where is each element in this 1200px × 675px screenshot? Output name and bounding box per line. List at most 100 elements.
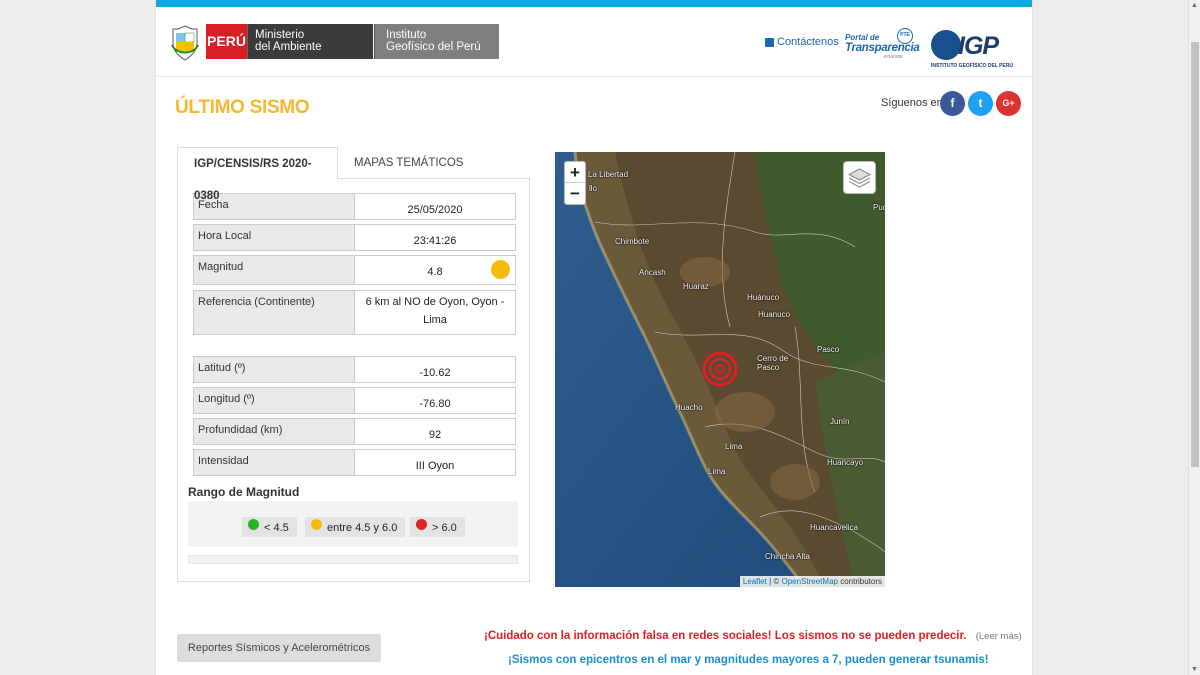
tab-reporte[interactable]: IGP/CENSIS/RS 2020-0380 (177, 147, 338, 202)
peru-brand-label[interactable]: PERÚ (206, 24, 247, 59)
green-dot-icon (248, 519, 259, 530)
false-info-warning: ¡Cuidado con la información falsa en red… (484, 630, 1022, 642)
instituto-geofisico-link[interactable]: Instituto Geofísico del Perú (374, 24, 499, 59)
map-label-huaraz: Huaraz (683, 282, 709, 291)
sismo-info-panel: Fecha 25/05/2020 Hora Local 23:41:26 Mag… (177, 178, 530, 582)
map-label-huancavelica: Huancavelica (810, 523, 859, 532)
contact-link[interactable]: Contáctenos (765, 36, 839, 48)
latitud-label: Latitud (º) (193, 356, 354, 383)
longitud-value: -76.80 (354, 387, 516, 414)
longitud-row: Longitud (º) -76.80 (193, 387, 516, 414)
map-label-huancayo: Huancayo (827, 458, 864, 467)
tab-mapas-tematicos[interactable]: MAPAS TEMÁTICOS (338, 147, 479, 180)
leer-mas-link[interactable]: (Leer más) (976, 631, 1022, 642)
map-attribution: Leaflet | © OpenStreetMap contributors (739, 576, 885, 587)
magnitud-cell: 4.8 (354, 255, 516, 285)
magnitude-indicator-icon (491, 260, 510, 279)
map-label-llo: llo (589, 184, 598, 193)
igp-logo-text: IGP (958, 32, 999, 60)
page-title: ÚLTIMO SISMO (175, 97, 310, 118)
map-label-junin: Junín (830, 417, 850, 426)
top-accent-bar (156, 0, 1032, 7)
map-zoom-control: + − (564, 161, 586, 205)
facebook-icon[interactable]: f (940, 91, 965, 116)
info-tabs: IGP/CENSIS/RS 2020-0380 MAPAS TEMÁTICOS (177, 147, 529, 202)
map-label-lima-region: Lima (725, 442, 743, 451)
zoom-out-button[interactable]: − (565, 183, 585, 204)
magnitud-value: 4.8 (427, 266, 443, 278)
globe-icon (931, 30, 961, 60)
google-plus-icon[interactable]: G+ (996, 91, 1021, 116)
latitud-value: -10.62 (354, 356, 516, 383)
contact-icon (765, 37, 774, 47)
page-scrollbar[interactable]: ▲ ▼ (1188, 0, 1200, 675)
intensidad-row: Intensidad III Oyon (193, 449, 516, 476)
transparency-line-3: estándar (883, 54, 903, 60)
attribution-separator: | © (766, 577, 782, 586)
map-layers-button[interactable] (843, 161, 876, 194)
peru-coat-of-arms-icon (171, 25, 199, 61)
ministerio-ambiente-link[interactable]: Ministerio del Ambiente (247, 24, 373, 59)
map-label-cerro-de-pasco: Cerro de Pasco (757, 354, 789, 372)
scrollbar-thumb[interactable] (1191, 42, 1199, 467)
instituto-line-1: Instituto (386, 29, 427, 41)
pte-badge: PTE (897, 28, 913, 44)
contact-label: Contáctenos (777, 36, 839, 48)
magnitud-label: Magnitud (193, 255, 354, 285)
page-container: PERÚ Ministerio del Ambiente Instituto G… (155, 0, 1033, 675)
ministerio-line-1: Ministerio (255, 29, 305, 41)
igp-logo[interactable]: IGP INSTITUTO GEOFÍSICO DEL PERÚ (931, 28, 1013, 72)
reportes-sismicos-button[interactable]: Reportes Sísmicos y Acelerométricos (177, 634, 381, 662)
transparency-portal-link[interactable]: Portal de Transparencia estándar PTE (845, 28, 920, 65)
ministerio-line-2: del Ambiente (255, 41, 322, 53)
panel-scroll-strip[interactable] (188, 555, 518, 564)
map-label-chincha-alta: Chincha Alta (765, 552, 810, 561)
social-label: Síguenos en: (881, 97, 946, 109)
twitter-icon[interactable]: t (968, 91, 993, 116)
hora-row: Hora Local 23:41:26 (193, 224, 516, 251)
attribution-contributors: contributors (837, 577, 882, 586)
instituto-line-2: Geofísico del Perú (386, 41, 481, 53)
scroll-up-arrow-icon[interactable]: ▲ (1191, 2, 1198, 9)
map-label-chimbote: Chimbote (615, 237, 650, 246)
legend-item-low: < 4.5 (242, 517, 297, 537)
epicenter-map[interactable]: La Libertad llo Chimbote Ancash Huaraz H… (555, 152, 885, 587)
legend-item-high: > 6.0 (410, 517, 465, 537)
epicenter-marker-icon[interactable] (700, 349, 740, 389)
igp-logo-subtitle: INSTITUTO GEOFÍSICO DEL PERÚ (931, 63, 1014, 69)
zoom-in-button[interactable]: + (565, 162, 585, 183)
rango-magnitud-legend: < 4.5 entre 4.5 y 6.0 > 6.0 (188, 501, 518, 547)
hora-value: 23:41:26 (354, 224, 516, 251)
leaflet-link[interactable]: Leaflet (743, 577, 767, 586)
map-label-pasco: Pasco (817, 345, 840, 354)
profundidad-label: Profundidad (km) (193, 418, 354, 445)
map-label-ancash: Ancash (639, 268, 666, 277)
site-header: PERÚ Ministerio del Ambiente Instituto G… (156, 7, 1032, 77)
tsunami-warning: ¡Sismos con epicentros en el mar y magni… (508, 654, 989, 666)
map-label-huanuco-city: Huanuco (758, 310, 791, 319)
intensidad-value: III Oyon (354, 449, 516, 476)
fecha-value: 25/05/2020 (354, 193, 516, 220)
magnitud-row: Magnitud 4.8 (193, 255, 516, 285)
legend-item-medium: entre 4.5 y 6.0 (305, 517, 406, 537)
map-label-huanuco-region: Huánuco (747, 293, 780, 302)
scroll-down-arrow-icon[interactable]: ▼ (1191, 666, 1198, 673)
false-info-warning-text: ¡Cuidado con la información falsa en red… (484, 630, 967, 642)
referencia-label: Referencia (Continente) (193, 290, 354, 335)
openstreetmap-link[interactable]: OpenStreetMap (781, 577, 837, 586)
profundidad-value: 92 (354, 418, 516, 445)
profundidad-row: Profundidad (km) 92 (193, 418, 516, 445)
map-label-lima-city: Lima (708, 467, 726, 476)
map-label-la-libertad: La Libertad (588, 170, 629, 179)
legend-label-medium: entre 4.5 y 6.0 (327, 522, 398, 534)
intensidad-label: Intensidad (193, 449, 354, 476)
hora-label: Hora Local (193, 224, 354, 251)
latitud-row: Latitud (º) -10.62 (193, 356, 516, 383)
referencia-value: 6 km al NO de Oyon, Oyon - Lima (354, 290, 516, 335)
red-dot-icon (416, 519, 427, 530)
legend-label-low: < 4.5 (264, 522, 289, 534)
referencia-row: Referencia (Continente) 6 km al NO de Oy… (193, 290, 516, 335)
map-label-puc: Puc (873, 203, 885, 212)
legend-label-high: > 6.0 (432, 522, 457, 534)
layers-icon (847, 168, 872, 188)
